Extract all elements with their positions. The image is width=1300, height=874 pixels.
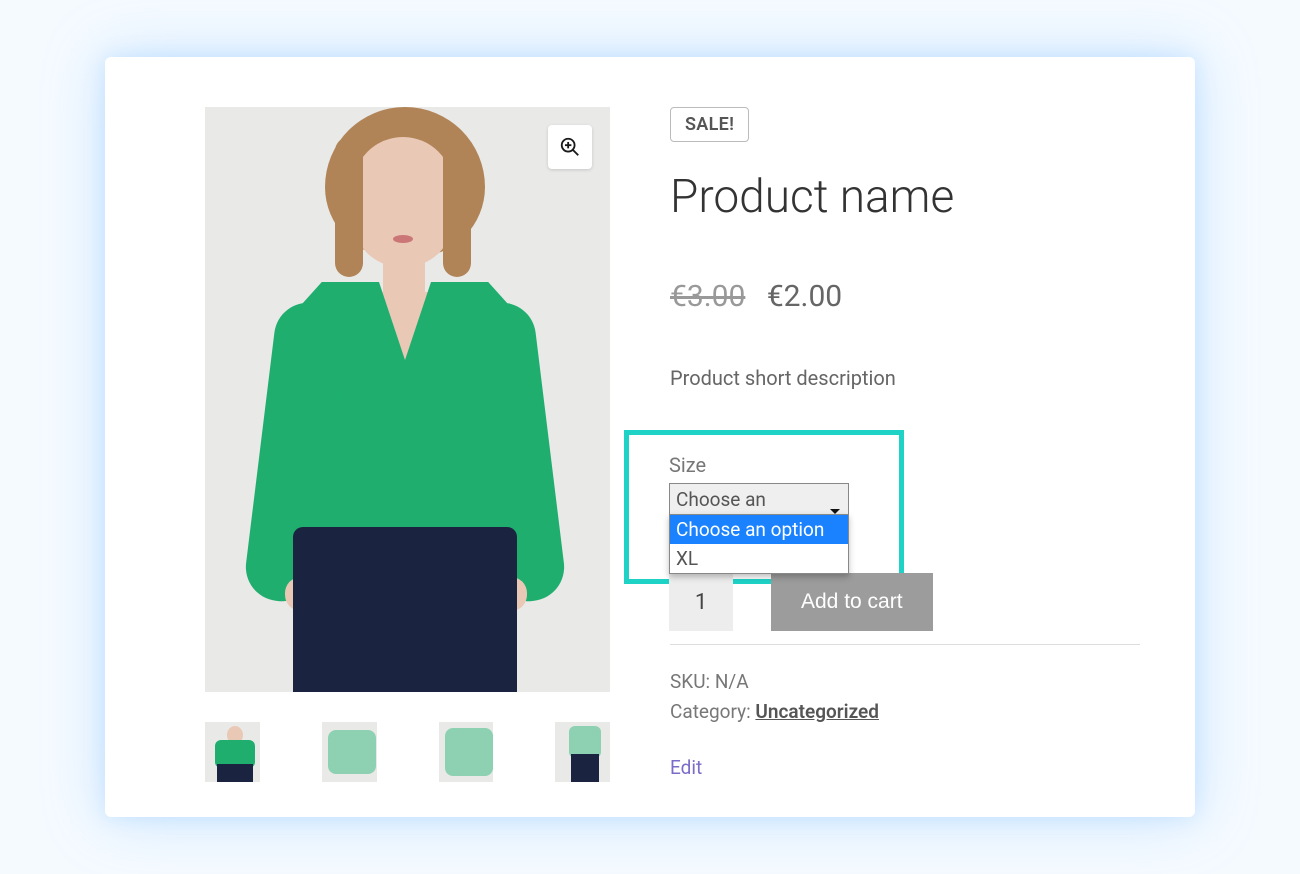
quantity-input[interactable]: 1 <box>669 573 733 631</box>
thumbnail-2[interactable] <box>322 722 377 782</box>
sku-label: SKU: <box>670 670 710 693</box>
meta-divider <box>670 644 1140 645</box>
sku-row: SKU: N/A <box>670 667 1140 697</box>
zoom-in-icon[interactable] <box>548 125 592 169</box>
product-details: SALE! Product name €3.00 €2.00 Product s… <box>670 107 1140 782</box>
category-link[interactable]: Uncategorized <box>755 700 879 723</box>
product-meta: SKU: N/A Category: Uncategorized <box>670 667 1140 728</box>
thumbnail-3[interactable] <box>439 722 494 782</box>
thumbnail-1[interactable] <box>205 722 260 782</box>
cart-row: 1 Add to cart <box>669 573 933 631</box>
variation-highlight-box: Size Choose an option Choose an option X… <box>624 430 904 584</box>
product-gallery <box>205 107 610 782</box>
product-content: SALE! Product name €3.00 €2.00 Product s… <box>105 57 1195 817</box>
price-row: €3.00 €2.00 <box>670 279 1140 314</box>
price-new: €2.00 <box>767 279 842 314</box>
sku-value: N/A <box>715 670 749 693</box>
size-option-xl[interactable]: XL <box>670 544 848 573</box>
size-option-choose[interactable]: Choose an option <box>670 515 848 544</box>
product-image-illustration <box>205 107 610 692</box>
category-row: Category: Uncategorized <box>670 697 1140 727</box>
size-dropdown: Choose an option XL <box>669 514 849 574</box>
product-title: Product name <box>670 170 1140 224</box>
short-description: Product short description <box>670 366 1140 390</box>
variation-label: Size <box>669 453 883 477</box>
category-label: Category: <box>670 700 751 723</box>
thumbnail-4[interactable] <box>555 722 610 782</box>
edit-link[interactable]: Edit <box>670 756 1140 779</box>
add-to-cart-button[interactable]: Add to cart <box>771 573 933 631</box>
product-page-card: SALE! Product name €3.00 €2.00 Product s… <box>105 57 1195 817</box>
sale-badge: SALE! <box>670 107 749 142</box>
price-old: €3.00 <box>670 279 745 314</box>
product-thumbnails <box>205 722 610 782</box>
product-main-image[interactable] <box>205 107 610 692</box>
